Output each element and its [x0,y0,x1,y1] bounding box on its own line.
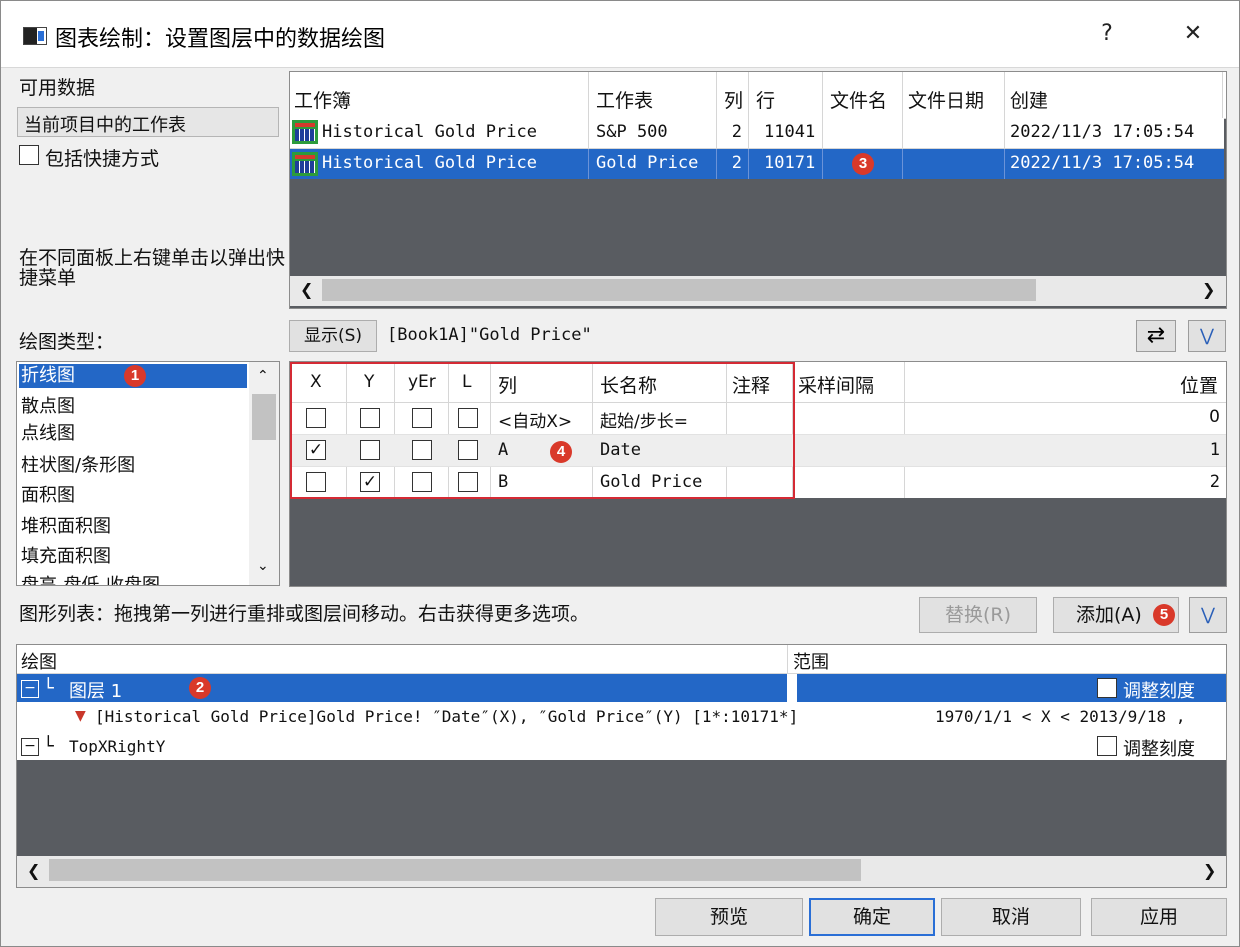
rescale-label: 调整刻度 [1123,681,1195,702]
available-data-label: 可用数据 [19,77,96,99]
badge-3: 3 [852,153,874,175]
badge-2: 2 [189,677,211,699]
scroll-thumb[interactable] [252,394,276,440]
badge-1: 1 [124,365,146,387]
app-icon [23,27,47,45]
header-cols[interactable]: 列 [724,86,743,113]
cell-sheet: S&P 500 [596,122,668,142]
scroll-left-icon[interactable]: ❮ [300,280,313,299]
preview-button[interactable]: 预览 [655,898,803,936]
layer-icon: └ [43,736,54,757]
header-rows[interactable]: 行 [756,86,775,113]
header-range[interactable]: 范围 [793,648,829,674]
rescale-checkbox[interactable] [1097,736,1117,756]
cell-book: Historical Gold Price [322,153,537,173]
vertical-scrollbar[interactable]: ⌃ ⌄ [249,362,279,585]
plot-type-item[interactable]: 点线图 [19,422,247,446]
plot-type-item[interactable]: 面积图 [19,484,247,508]
badge-5: 5 [1153,604,1175,626]
rescale-label: 调整刻度 [1123,739,1195,760]
include-shortcuts-label: 包括快捷方式 [45,148,160,170]
cell-book: Historical Gold Price [322,122,537,142]
highlight-box [290,362,795,499]
rescale-checkbox[interactable] [1097,678,1117,698]
cell-position: 2 [1209,472,1220,492]
cell-created: 2022/11/3 17:05:54 [1010,122,1195,142]
chevron-down-icon: ⌄ [24,112,36,128]
column-panel[interactable]: X Y yEr L 列 长名称 注释 采样间隔 位置 <自动X> 起始/步长= … [289,361,1227,587]
data-source-select[interactable]: 当前项目中的工作表 ⌄ [17,107,279,137]
replace-button[interactable]: 替换(R) [919,597,1037,633]
workbook-panel[interactable]: 工作簿 工作表 列 行 文件名 文件日期 创建 Historical Gold … [289,71,1227,309]
plot-type-label: 绘图类型： [19,331,115,353]
plot-list-panel[interactable]: 绘图 范围 − └ 图层 1 调整刻度 2 ▼ [Historical Gold… [16,644,1227,888]
horizontal-scrollbar[interactable]: ❮ ❯ [290,276,1226,306]
plot-type-item[interactable]: 堆积面积图 [19,515,247,539]
badge-4: 4 [550,441,572,463]
line-plot-icon: ▼ [75,708,86,724]
collapse-icon[interactable]: − [21,738,39,756]
ok-button[interactable]: 确定 [809,898,935,936]
header-position[interactable]: 位置 [1180,371,1218,398]
header-workbook[interactable]: 工作簿 [294,86,351,113]
scroll-thumb[interactable] [322,279,1036,301]
cell-sheet: Gold Price [596,153,699,173]
scroll-right-icon[interactable]: ❯ [1203,861,1216,880]
cell-position: 0 [1209,407,1220,427]
cell-cols: 2 [731,122,742,142]
plot-item-label: [Historical Gold Price]Gold Price! ″Date… [95,707,799,726]
collapse-icon[interactable]: − [21,680,39,698]
show-button[interactable]: 显示(S) [289,320,377,352]
help-button[interactable]: ? [1087,14,1127,54]
scroll-thumb[interactable] [49,859,861,881]
scroll-right-icon[interactable]: ❯ [1202,280,1215,299]
swap-icon[interactable]: ⇄ [1136,320,1176,352]
cell-rows: 10171 [764,153,816,173]
plot-list-instruction: 图形列表：拖拽第一列进行重排或图层间移动。右击获得更多选项。 [19,603,590,625]
include-shortcuts-checkbox[interactable] [19,145,39,165]
plot-type-item[interactable]: 散点图 [19,395,247,419]
scroll-down-icon[interactable]: ⌄ [257,558,269,574]
expand-icon[interactable]: ⋁ [1188,320,1226,352]
plot-type-item[interactable]: 柱状图/条形图 [19,454,247,478]
plot-type-list[interactable]: 折线图 散点图 点线图 柱状图/条形图 面积图 堆积面积图 填充面积图 盘高-盘… [16,361,280,586]
workbook-icon [292,120,318,144]
expand-icon[interactable]: ⋁ [1189,597,1227,633]
book-path: [Book1A]"Gold Price" [387,325,592,345]
plot-list-header: 绘图 范围 [17,645,1226,674]
scroll-left-icon[interactable]: ❮ [27,861,40,880]
scroll-up-icon[interactable]: ⌃ [257,368,269,384]
right-click-hint: 在不同面板上右键单击以弹出快捷菜单 [19,247,286,289]
apply-button[interactable]: 应用 [1091,898,1227,936]
horizontal-scrollbar[interactable]: ❮ ❯ [17,856,1226,887]
table-row[interactable]: Historical Gold Price S&P 500 2 11041 20… [290,118,1224,149]
plot-item-row[interactable]: ▼ [Historical Gold Price]Gold Price! ″Da… [17,702,1226,732]
header-created[interactable]: 创建 [1010,86,1048,113]
close-button[interactable]: ✕ [1173,14,1213,54]
cell-rows: 11041 [764,122,816,142]
layer-icon: └ [43,678,54,699]
title-bar: 图表绘制：设置图层中的数据绘图 ? ✕ [1,1,1239,68]
header-filedate[interactable]: 文件日期 [908,86,984,113]
window-title: 图表绘制：设置图层中的数据绘图 [55,27,386,52]
cancel-button[interactable]: 取消 [941,898,1081,936]
cell-cols: 2 [731,153,742,173]
plot-setup-dialog: 图表绘制：设置图层中的数据绘图 ? ✕ 可用数据 当前项目中的工作表 ⌄ 包括快… [0,0,1240,947]
cell-created: 2022/11/3 17:05:54 [1010,153,1195,173]
header-plot[interactable]: 绘图 [21,648,57,674]
workbook-header: 工作簿 工作表 列 行 文件名 文件日期 创建 [290,72,1226,119]
workbook-icon [292,152,318,176]
layer-name: 图层 1 [69,681,123,702]
header-interval[interactable]: 采样间隔 [798,371,874,398]
cell-position: 1 [1209,440,1220,460]
plot-type-item[interactable]: 盘高-盘低-收盘图 [19,574,247,585]
header-sheet[interactable]: 工作表 [596,86,653,113]
plot-type-item[interactable]: 填充面积图 [19,545,247,569]
layer-name: TopXRightY [69,737,166,756]
plot-item-range: 1970/1/1 < X < 2013/9/18 , [935,707,1186,726]
layer-row[interactable]: − └ TopXRightY 调整刻度 [17,732,1226,760]
table-row-selected[interactable]: Historical Gold Price Gold Price 2 10171… [290,149,1224,179]
header-filename[interactable]: 文件名 [830,86,887,113]
